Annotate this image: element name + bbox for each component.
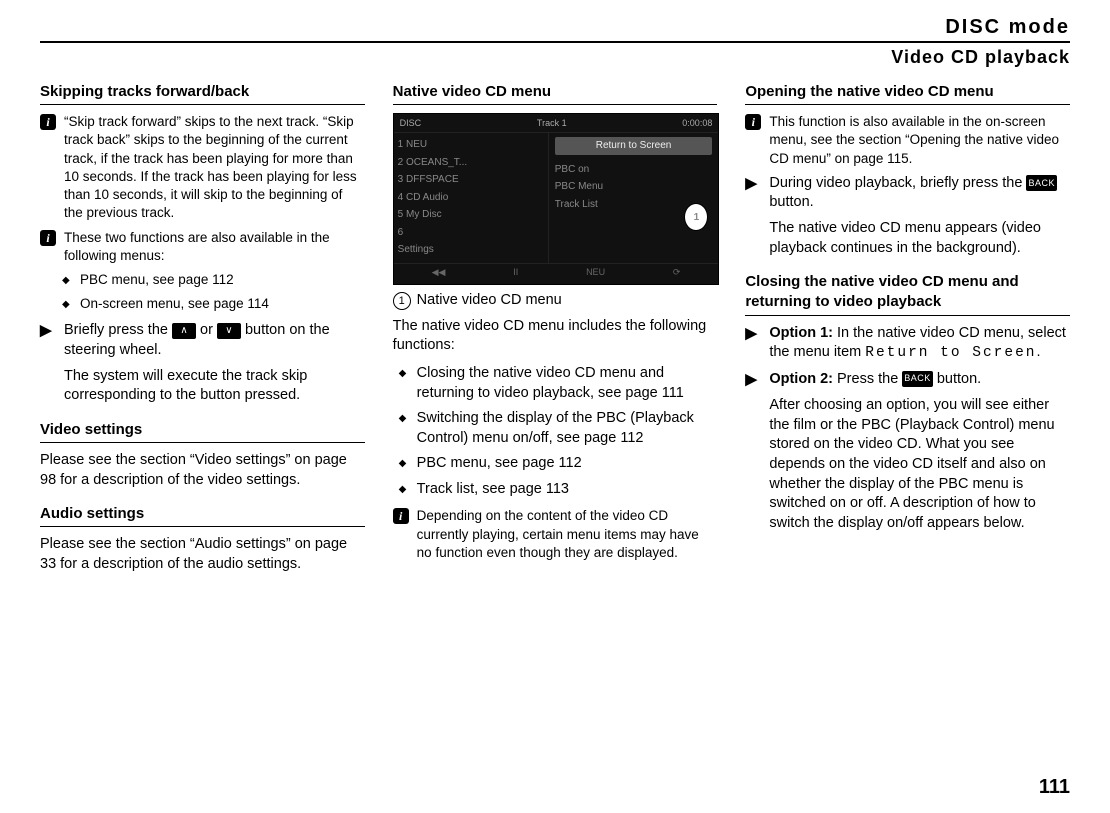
step-arrow-icon: ▶ (745, 370, 765, 391)
ss-left-item: 6 (398, 224, 544, 242)
ss-time-label: 0:00:08 (682, 117, 712, 129)
ss-footer-item: ⟳ (673, 266, 681, 278)
column-1: Skipping tracks forward/back i “Skip tra… (40, 82, 365, 582)
info-two-text: These two functions are also available i… (64, 229, 365, 265)
ss-left-item: 5 My Disc (398, 206, 544, 224)
up-button-icon: ∧ (172, 323, 196, 339)
info-icon: i (40, 113, 60, 222)
down-button-icon: ∨ (217, 323, 241, 339)
menu-item-return: Return to Screen (865, 345, 1036, 361)
option1-text: Option 1: In the native video CD menu, s… (769, 324, 1070, 364)
two-functions-list: PBC menu, see page 112 On-screen menu, s… (40, 271, 365, 313)
info-depending-text: Depending on the content of the video CD… (417, 507, 718, 562)
info-two-functions: i These two functions are also available… (40, 229, 365, 265)
back-button-icon: BACK (902, 371, 933, 387)
ss-left-item: 1 NEU (398, 136, 544, 154)
list-item: Switching the display of the PBC (Playba… (399, 409, 718, 448)
text-fragment: During video playback, briefly press the (769, 175, 1026, 191)
screenshot-body: 1 NEU 2 OCEANS_T... 3 DFFSPACE 4 CD Audi… (394, 133, 719, 263)
ss-return-button: Return to Screen (555, 137, 713, 155)
heading-native-menu: Native video CD menu (393, 82, 718, 105)
column-3: Opening the native video CD menu i This … (745, 82, 1070, 582)
back-button-icon: BACK (1026, 175, 1057, 191)
text-fragment: . (1037, 344, 1041, 360)
text-fragment: button. (769, 194, 813, 210)
list-item: Closing the native video CD menu and ret… (399, 364, 718, 403)
after-choosing-text: After choosing an option, you will see e… (745, 396, 1070, 533)
step-press-text: Briefly press the ∧ or ∨ button on the s… (64, 321, 365, 360)
audio-settings-body: Please see the section “Audio settings” … (40, 535, 365, 574)
heading-skipping: Skipping tracks forward/back (40, 82, 365, 105)
screenshot-caption: 1 Native video CD menu (393, 291, 718, 311)
step-option2: ▶ Option 2: Press the BACK button. (745, 370, 1070, 391)
content-columns: Skipping tracks forward/back i “Skip tra… (40, 82, 1070, 582)
text-fragment: Briefly press the (64, 322, 172, 338)
ss-right-item: PBC Menu (555, 178, 713, 196)
option2-label: Option 2: (769, 371, 833, 387)
ss-track-label: Track 1 (537, 117, 567, 129)
list-item: PBC menu, see page 112 (399, 454, 718, 474)
ss-left-item: 2 OCEANS_T... (398, 154, 544, 172)
screenshot-footer: ◀◀ II NEU ⟳ (394, 263, 719, 280)
heading-closing: Closing the native video CD menu and ret… (745, 272, 1070, 316)
text-fragment: or (196, 322, 217, 338)
ss-right-item: PBC on (555, 161, 713, 179)
native-functions-list: Closing the native video CD menu and ret… (393, 364, 718, 499)
page-number: 111 (1039, 776, 1070, 799)
list-item: On-screen menu, see page 114 (62, 295, 365, 313)
screenshot-header: DISC Track 1 0:00:08 (394, 114, 719, 133)
text-fragment: button. (933, 371, 981, 387)
step-during-text: During video playback, briefly press the… (769, 174, 1070, 213)
ss-footer-item: II (513, 266, 518, 278)
caption-number-icon: 1 (393, 292, 411, 310)
ss-footer-item: NEU (586, 266, 605, 278)
heading-audio-settings: Audio settings (40, 504, 365, 527)
step-arrow-icon: ▶ (745, 324, 765, 364)
list-item: PBC menu, see page 112 (62, 271, 365, 289)
list-item: Track list, see page 113 (399, 480, 718, 500)
video-settings-body: Please see the section “Video settings” … (40, 451, 365, 490)
screenshot-left-pane: 1 NEU 2 OCEANS_T... 3 DFFSPACE 4 CD Audi… (394, 133, 549, 263)
info-skip-behavior: i “Skip track forward” skips to the next… (40, 113, 365, 222)
step-arrow-icon: ▶ (745, 174, 765, 213)
step-during-result: The native video CD menu appears (video … (745, 219, 1070, 258)
info-icon: i (745, 113, 765, 168)
ss-left-item: 3 DFFSPACE (398, 171, 544, 189)
info-depending: i Depending on the content of the video … (393, 507, 718, 562)
screenshot-right-pane: Return to Screen PBC on PBC Menu Track L… (549, 133, 719, 263)
ss-disc-label: DISC (400, 117, 422, 129)
ss-footer-item: ◀◀ (432, 266, 446, 278)
page-subtitle: Video CD playback (40, 41, 1070, 68)
option2-text: Option 2: Press the BACK button. (769, 370, 1070, 391)
info-skip-text: “Skip track forward” skips to the next t… (64, 113, 365, 222)
step-arrow-icon: ▶ (40, 321, 60, 360)
native-intro: The native video CD menu includes the fo… (393, 317, 718, 356)
step-result-text: The system will execute the track skip c… (40, 367, 365, 406)
text-fragment: Press the (833, 371, 902, 387)
info-icon: i (40, 229, 60, 265)
info-also-text: This function is also available in the o… (769, 113, 1070, 168)
info-icon: i (393, 507, 413, 562)
heading-opening: Opening the native video CD menu (745, 82, 1070, 105)
step-during-playback: ▶ During video playback, briefly press t… (745, 174, 1070, 213)
heading-video-settings: Video settings (40, 420, 365, 443)
info-also-available: i This function is also available in the… (745, 113, 1070, 168)
step-press-wheel: ▶ Briefly press the ∧ or ∨ button on the… (40, 321, 365, 360)
caption-text: Native video CD menu (417, 291, 562, 311)
screenshot-native-menu: DISC Track 1 0:00:08 1 NEU 2 OCEANS_T...… (393, 113, 720, 285)
column-2: Native video CD menu DISC Track 1 0:00:0… (393, 82, 718, 582)
page-title-top: DISC mode (40, 16, 1070, 39)
step-option1: ▶ Option 1: In the native video CD menu,… (745, 324, 1070, 364)
ss-left-item: 4 CD Audio (398, 189, 544, 207)
callout-1-icon: 1 (684, 203, 708, 231)
option1-label: Option 1: (769, 325, 833, 341)
ss-left-settings: Settings (398, 241, 544, 259)
